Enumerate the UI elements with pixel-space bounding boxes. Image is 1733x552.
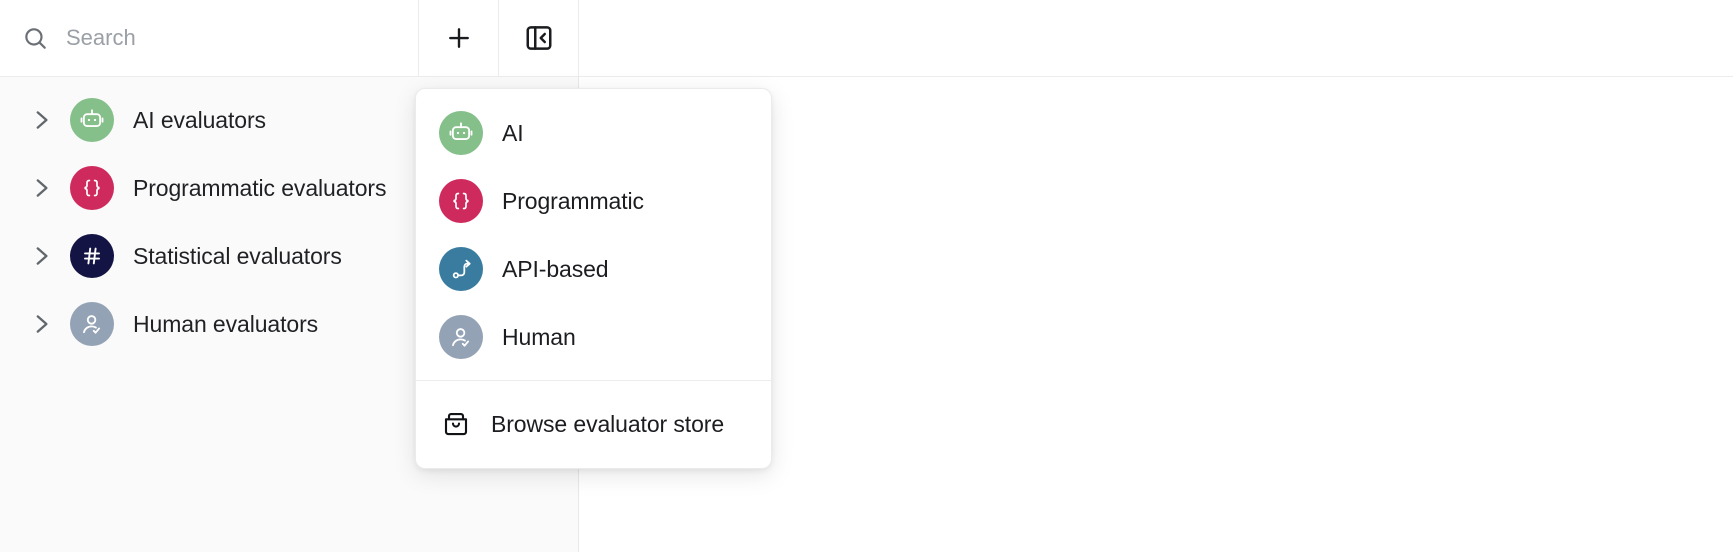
plus-icon <box>444 23 474 53</box>
menu-item-label: Human <box>502 323 576 350</box>
sidebar-item-label: Programmatic evaluators <box>133 174 387 201</box>
menu-item-ai[interactable]: AI <box>416 99 771 167</box>
search-box[interactable] <box>0 0 419 76</box>
sidebar-item-label: Human evaluators <box>133 310 319 337</box>
robot-icon <box>439 111 483 155</box>
menu-item-human[interactable]: Human <box>416 303 771 371</box>
menu-item-label: API-based <box>502 255 609 282</box>
route-icon <box>439 247 483 291</box>
menu-item-label: Browse evaluator store <box>491 410 725 437</box>
chevron-right-icon[interactable] <box>28 311 70 337</box>
collapse-sidebar-icon <box>524 23 554 53</box>
sidebar-item-label: AI evaluators <box>133 106 266 133</box>
add-evaluator-menu: AI Programmatic API-based Human Browse e… <box>415 88 772 469</box>
add-evaluator-button[interactable] <box>419 0 499 76</box>
search-input[interactable] <box>66 25 418 51</box>
menu-item-programmatic[interactable]: Programmatic <box>416 167 771 235</box>
robot-icon <box>70 98 114 142</box>
sidebar-item-label: Statistical evaluators <box>133 242 342 269</box>
person-check-icon <box>70 302 114 346</box>
chevron-right-icon[interactable] <box>28 107 70 133</box>
chevron-right-icon[interactable] <box>28 243 70 269</box>
menu-item-browse-evaluator-store[interactable]: Browse evaluator store <box>416 390 771 458</box>
menu-item-api-based[interactable]: API-based <box>416 235 771 303</box>
menu-item-label: AI <box>502 119 524 146</box>
curly-braces-icon <box>70 166 114 210</box>
collapse-sidebar-button[interactable] <box>499 0 579 76</box>
menu-item-label: Programmatic <box>502 187 644 214</box>
chevron-right-icon[interactable] <box>28 175 70 201</box>
curly-braces-icon <box>439 179 483 223</box>
hash-icon <box>70 234 114 278</box>
shopping-bag-icon <box>441 409 471 439</box>
menu-divider <box>416 380 771 381</box>
app-root: AI evaluators Programmatic evaluators <box>0 0 1733 552</box>
sidebar-toolbar <box>0 0 579 77</box>
person-check-icon <box>439 315 483 359</box>
search-icon <box>22 25 48 51</box>
content-divider <box>579 76 1733 77</box>
